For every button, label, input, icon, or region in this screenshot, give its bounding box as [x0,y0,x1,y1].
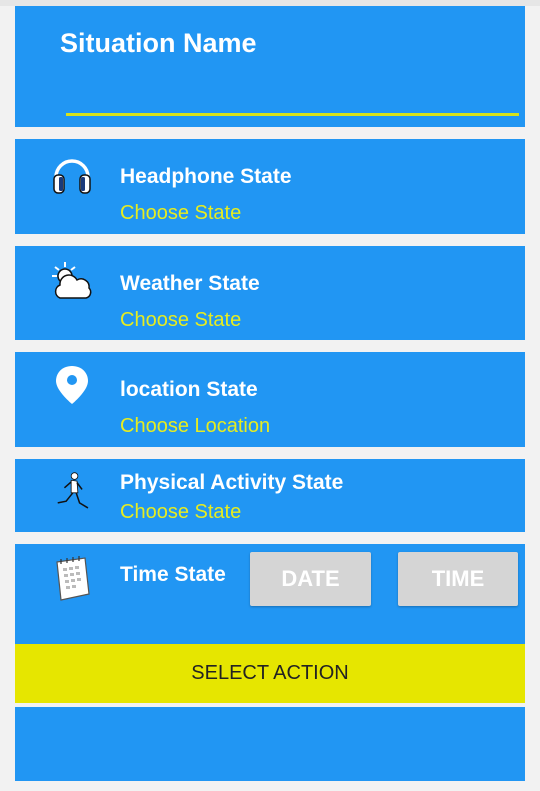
weather-icon [51,260,93,302]
headphone-state-card[interactable]: Headphone State Choose State [15,139,525,234]
weather-choose-state[interactable]: Choose State [120,309,241,332]
time-state-title: Time State [120,563,226,586]
situation-name-label: Situation Name [60,28,257,58]
activity-choose-state[interactable]: Choose State [120,501,241,524]
situation-name-card[interactable]: Situation Name [15,6,525,127]
weather-state-title: Weather State [120,272,260,295]
location-pin-icon [51,364,93,406]
location-state-title: location State [120,378,258,401]
runner-icon [51,471,93,513]
situation-name-input-underline[interactable] [66,113,519,116]
date-button[interactable]: DATE [250,552,371,606]
headphone-icon [51,153,93,195]
location-state-card[interactable]: location State Choose Location [15,352,525,447]
time-button[interactable]: TIME [398,552,518,606]
bottom-card [15,707,525,781]
headphone-choose-state[interactable]: Choose State [120,202,241,225]
weather-state-card[interactable]: Weather State Choose State [15,246,525,340]
calendar-icon [51,554,93,602]
headphone-state-title: Headphone State [120,165,292,188]
time-state-card[interactable]: Time State DATE TIME [15,544,525,644]
select-action-button[interactable]: SELECT ACTION [15,644,525,703]
activity-state-card[interactable]: Physical Activity State Choose State [15,459,525,532]
location-choose-location[interactable]: Choose Location [120,415,270,438]
activity-state-title: Physical Activity State [120,471,344,494]
